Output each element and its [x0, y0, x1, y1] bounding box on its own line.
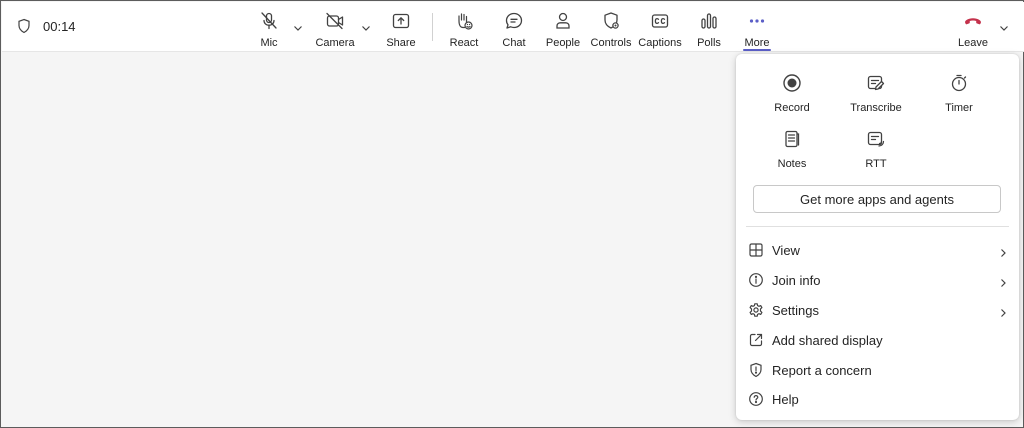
more-button[interactable]: More: [742, 2, 772, 52]
elapsed-time: 00:14: [43, 18, 76, 34]
menu-item-view[interactable]: View: [748, 236, 1010, 264]
controls-button[interactable]: Controls: [590, 2, 632, 52]
shield-icon: [750, 362, 762, 378]
get-more-apps-button[interactable]: Get more apps and agents: [753, 185, 1001, 213]
timer-tile[interactable]: Timer: [921, 72, 997, 120]
hang-up-icon: [965, 18, 981, 25]
leave-button[interactable]: Leave: [958, 2, 988, 52]
more-dots-icon: [749, 19, 765, 23]
shield-icon: [18, 18, 30, 34]
rtt-icon: [867, 131, 885, 147]
transcribe-tile[interactable]: Transcribe: [838, 72, 914, 120]
record-label: Record: [774, 102, 810, 114]
camera-off-icon: [326, 12, 344, 30]
chevron-right-icon: [1001, 279, 1006, 287]
menu-item-label: Add shared display: [772, 332, 883, 348]
people-label: People: [545, 37, 581, 49]
grid-icon: [749, 243, 763, 257]
transcribe-label: Transcribe: [850, 102, 902, 114]
chat-icon: [505, 12, 523, 29]
chevron-right-icon: [1001, 309, 1006, 317]
more-label: More: [744, 37, 770, 49]
rtt-label: RTT: [865, 158, 887, 170]
menu-item-label: View: [772, 242, 800, 258]
menu-item-label: Report a concern: [772, 362, 872, 378]
notes-icon: [785, 130, 800, 148]
polls-button[interactable]: Polls: [695, 2, 723, 52]
captions-label: Captions: [638, 37, 682, 49]
record-icon: [783, 74, 801, 92]
chat-button[interactable]: Chat: [499, 2, 529, 52]
menu-item-label: Settings: [772, 302, 819, 318]
menu-item-label: Help: [772, 391, 799, 407]
mic-label: Mic: [260, 37, 278, 49]
external-link-icon: [749, 333, 763, 347]
gear-icon: [749, 303, 763, 317]
chevron-down-icon: [362, 26, 370, 31]
controls-label: Controls: [590, 37, 632, 49]
menu-item-help[interactable]: Help: [748, 385, 1010, 413]
chevron-right-icon: [1001, 249, 1006, 257]
mic-button[interactable]: Mic: [254, 2, 284, 52]
raise-hand-icon: [458, 13, 473, 30]
meeting-timer: 00:14: [16, 18, 76, 34]
more-menu-panel: Record Transcribe Timer Notes RTT Get mo…: [736, 54, 1019, 420]
info-icon: [749, 273, 763, 287]
people-icon: [556, 12, 570, 29]
shield-settings-icon: [604, 12, 619, 29]
menu-item-settings[interactable]: Settings: [748, 296, 1010, 324]
react-button[interactable]: React: [449, 2, 479, 52]
timer-label: Timer: [945, 102, 973, 114]
mic-options-button[interactable]: [292, 21, 304, 33]
people-button[interactable]: People: [545, 2, 581, 52]
toolbar-divider: [432, 13, 433, 41]
menu-item-join-info[interactable]: Join info: [748, 266, 1010, 294]
notes-label: Notes: [777, 158, 807, 170]
closed-captions-icon: [651, 14, 669, 28]
share-label: Share: [386, 37, 416, 49]
chat-label: Chat: [502, 37, 526, 49]
react-label: React: [449, 37, 479, 49]
leave-label: Leave: [958, 37, 988, 49]
camera-options-button[interactable]: [360, 21, 372, 33]
meeting-window: 00:14 Mic Camera Share React Chat People…: [0, 0, 1024, 428]
chevron-down-icon: [294, 26, 302, 31]
timer-icon: [951, 74, 967, 92]
share-screen-icon: [392, 13, 410, 29]
captions-button[interactable]: Captions: [638, 2, 682, 52]
poll-icon: [701, 13, 717, 29]
panel-divider: [746, 226, 1009, 227]
mic-off-icon: [261, 12, 277, 30]
record-tile[interactable]: Record: [754, 72, 830, 120]
more-active-indicator: [743, 49, 771, 51]
rtt-tile[interactable]: RTT: [838, 128, 914, 176]
transcribe-icon: [867, 75, 885, 91]
leave-options-button[interactable]: [998, 21, 1010, 33]
camera-button[interactable]: Camera: [315, 2, 355, 52]
chevron-down-icon: [1000, 26, 1008, 31]
share-button[interactable]: Share: [386, 2, 416, 52]
help-icon: [749, 392, 763, 406]
menu-item-label: Join info: [772, 272, 821, 288]
polls-label: Polls: [697, 37, 721, 49]
camera-label: Camera: [315, 37, 355, 49]
menu-item-report-concern[interactable]: Report a concern: [748, 356, 1010, 384]
menu-item-add-shared-display[interactable]: Add shared display: [748, 326, 1010, 354]
notes-tile[interactable]: Notes: [754, 128, 830, 176]
meeting-toolbar: 00:14 Mic Camera Share React Chat People…: [2, 2, 1024, 52]
